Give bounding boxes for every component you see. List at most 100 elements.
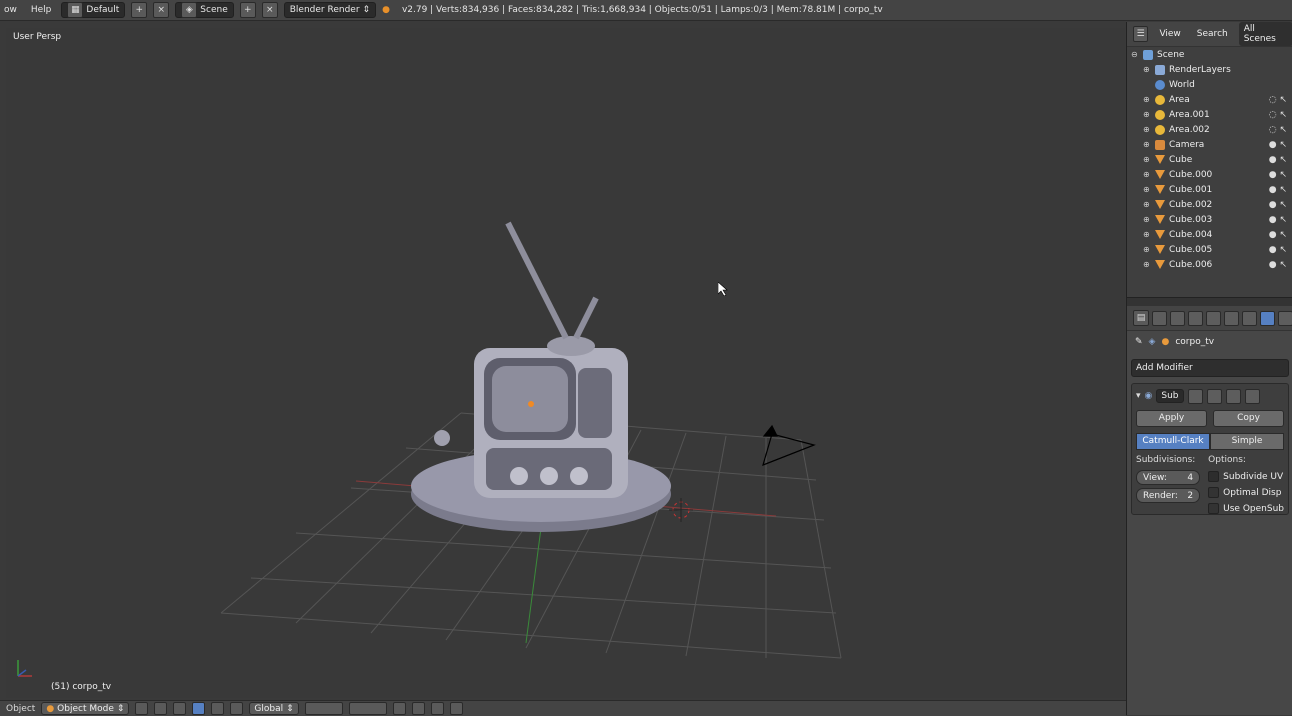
render-tab-icon[interactable] — [1152, 310, 1167, 326]
expand-icon[interactable]: ⊕ — [1143, 110, 1151, 119]
expand-icon[interactable]: ⊕ — [1143, 200, 1151, 209]
layout-selector[interactable]: ▦ Default — [61, 2, 126, 18]
modifier-name-field[interactable]: Sub — [1156, 389, 1184, 403]
visibility-icons[interactable]: ● ↖ — [1269, 200, 1292, 210]
expand-icon[interactable]: ⊕ — [1143, 260, 1151, 269]
expand-icon[interactable]: ⊕ — [1143, 155, 1151, 164]
move-up-icon[interactable] — [1244, 388, 1260, 404]
outliner-item[interactable]: ⊕ Cube.001 ● ↖ — [1127, 182, 1292, 197]
render-preview-icon[interactable] — [430, 702, 444, 715]
render-levels-field[interactable]: Render: 2 — [1136, 488, 1201, 503]
render-layers-tab-icon[interactable] — [1170, 310, 1185, 326]
outliner-item[interactable]: ⊕ Cube.006 ● ↖ — [1127, 257, 1292, 272]
outliner-list[interactable]: ⊖ Scene ⊕ RenderLayers World ⊕ Area ◌ ↖ ⊕ Are… — [1127, 47, 1292, 297]
visibility-icons[interactable]: ◌ ↖ — [1269, 125, 1292, 135]
visibility-icons[interactable]: ● ↖ — [1269, 170, 1292, 180]
expand-icon[interactable]: ⊕ — [1143, 245, 1151, 254]
modifiers-tab-icon[interactable] — [1260, 310, 1275, 326]
pin-icon[interactable]: ✎ — [1135, 337, 1143, 347]
add-layout-button[interactable]: + — [131, 2, 148, 18]
outliner-item[interactable]: ⊕ Area.002 ◌ ↖ — [1127, 122, 1292, 137]
outliner-tab-all-scenes[interactable]: All Scenes — [1238, 22, 1292, 46]
outliner-item[interactable]: World — [1127, 77, 1292, 92]
orientation-selector[interactable]: Global ⇕ — [249, 702, 299, 715]
outliner-item[interactable]: ⊖ Scene — [1127, 47, 1292, 62]
visibility-icons[interactable]: ● ↖ — [1269, 140, 1292, 150]
outliner-item[interactable]: ⊕ RenderLayers — [1127, 62, 1292, 77]
world-tab-icon[interactable] — [1206, 310, 1221, 326]
catmull-clark-option[interactable]: Catmull-Clark — [1136, 433, 1210, 450]
viewport-toggle-icon[interactable] — [1206, 388, 1222, 404]
view-levels-field[interactable]: View: 4 — [1136, 470, 1201, 485]
outliner-scrollbar[interactable] — [1127, 297, 1292, 306]
outliner-item[interactable]: ⊕ Cube ● ↖ — [1127, 152, 1292, 167]
editmode-toggle-icon[interactable] — [1187, 388, 1203, 404]
visibility-icons[interactable]: ● ↖ — [1269, 245, 1292, 255]
expand-icon[interactable]: ⊕ — [1143, 215, 1151, 224]
proportional-edit-icon[interactable] — [392, 702, 406, 715]
add-modifier-dropdown[interactable]: Add Modifier — [1131, 359, 1289, 377]
expand-icon[interactable]: ⊕ — [1143, 125, 1151, 134]
outliner-tab-search[interactable]: Search — [1192, 27, 1233, 41]
menu-window[interactable]: ow — [0, 5, 21, 15]
visibility-icons[interactable]: ● ↖ — [1269, 230, 1292, 240]
subdivide-uv-checkbox[interactable]: Subdivide UV — [1208, 470, 1284, 483]
opengl-render-icon[interactable] — [449, 702, 463, 715]
visibility-icons[interactable]: ● ↖ — [1269, 260, 1292, 270]
copy-button[interactable]: Copy — [1213, 410, 1284, 427]
snap-icon[interactable] — [411, 702, 425, 715]
scale-icon[interactable] — [230, 702, 244, 715]
expand-icon[interactable]: ⊕ — [1143, 65, 1151, 74]
simple-option[interactable]: Simple — [1210, 433, 1284, 450]
shading-icon[interactable] — [135, 702, 149, 715]
data-tab-icon[interactable] — [1278, 310, 1292, 326]
optimal-display-checkbox[interactable]: Optimal Disp — [1208, 486, 1284, 499]
rotate-icon[interactable] — [211, 702, 225, 715]
render-toggle-icon[interactable] — [1225, 388, 1241, 404]
outliner-item[interactable]: ⊕ Cube.004 ● ↖ — [1127, 227, 1292, 242]
expand-icon[interactable]: ⊕ — [1143, 185, 1151, 194]
outliner-item[interactable]: ⊕ Camera ● ↖ — [1127, 137, 1292, 152]
remove-layout-button[interactable]: × — [153, 2, 170, 18]
collapse-icon[interactable]: ⊖ — [1131, 50, 1139, 59]
object-menu[interactable]: Object — [0, 704, 35, 714]
visibility-icons[interactable]: ◌ ↖ — [1269, 110, 1292, 120]
3d-viewport[interactable]: User Persp (51) corpo_tv — [6, 28, 1125, 698]
expand-icon[interactable]: ⊕ — [1143, 140, 1151, 149]
visibility-icons[interactable]: ● ↖ — [1269, 215, 1292, 225]
remove-scene-button[interactable]: × — [261, 2, 278, 18]
scene-tab-icon[interactable] — [1188, 310, 1203, 326]
menu-help[interactable]: Help — [27, 5, 56, 15]
outliner-item[interactable]: ⊕ Cube.005 ● ↖ — [1127, 242, 1292, 257]
pivot-icon[interactable] — [154, 702, 168, 715]
constraints-tab-icon[interactable] — [1242, 310, 1257, 326]
outliner-item-label: Cube.003 — [1169, 214, 1213, 225]
add-scene-button[interactable]: + — [239, 2, 256, 18]
layers-icon-2[interactable] — [348, 702, 387, 715]
outliner-tab-view[interactable]: View — [1154, 27, 1185, 41]
apply-button[interactable]: Apply — [1136, 410, 1207, 427]
collapse-arrow-icon[interactable]: ▾ — [1136, 391, 1141, 401]
layers-icon[interactable] — [304, 702, 343, 715]
outliner-item[interactable]: ⊕ Area.001 ◌ ↖ — [1127, 107, 1292, 122]
outliner-item[interactable]: ⊕ Cube.002 ● ↖ — [1127, 197, 1292, 212]
visibility-icons[interactable]: ● ↖ — [1269, 155, 1292, 165]
visibility-icons[interactable]: ◌ ↖ — [1269, 95, 1292, 105]
object-tab-icon[interactable] — [1224, 310, 1239, 326]
mode-selector[interactable]: ● Object Mode ⇕ — [41, 702, 130, 715]
expand-icon[interactable]: ⊕ — [1143, 170, 1151, 179]
translate-icon[interactable] — [192, 702, 206, 715]
use-opensubdiv-checkbox[interactable]: Use OpenSub — [1208, 502, 1284, 515]
properties-editor-type-icon[interactable]: ▤ — [1133, 310, 1149, 326]
visibility-icons[interactable]: ● ↖ — [1269, 185, 1292, 195]
outliner-item[interactable]: ⊕ Cube.003 ● ↖ — [1127, 212, 1292, 227]
outliner-item[interactable]: ⊕ Area ◌ ↖ — [1127, 92, 1292, 107]
breadcrumb: ✎ ◈ ● corpo_tv — [1127, 331, 1292, 353]
outliner-item[interactable]: ⊕ Cube.000 ● ↖ — [1127, 167, 1292, 182]
expand-icon[interactable]: ⊕ — [1143, 95, 1151, 104]
expand-icon[interactable]: ⊕ — [1143, 230, 1151, 239]
render-engine-selector[interactable]: Blender Render ⇕ — [283, 2, 377, 18]
scene-selector[interactable]: ◈ Scene — [175, 2, 234, 18]
outliner-editor-type-icon[interactable]: ☰ — [1133, 26, 1149, 42]
manipulator-icon[interactable] — [173, 702, 187, 715]
